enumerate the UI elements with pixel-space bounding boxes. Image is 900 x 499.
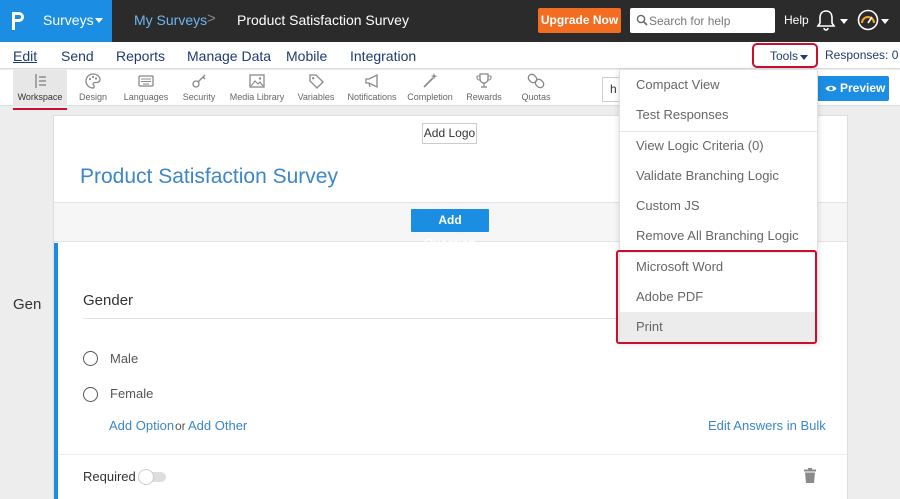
- chevron-down-icon: [881, 19, 889, 24]
- tag-icon: [309, 74, 324, 89]
- toolbar-label: Rewards: [466, 92, 502, 102]
- chevron-down-icon: [95, 18, 103, 23]
- menu-item-compact-view[interactable]: Compact View: [620, 70, 817, 100]
- trash-icon[interactable]: [804, 468, 816, 483]
- account-gauge-icon[interactable]: [857, 9, 879, 31]
- chevron-down-icon: [800, 55, 808, 60]
- link-icon: [527, 73, 545, 89]
- menu-mobile[interactable]: Mobile: [286, 48, 327, 64]
- wand-icon: [423, 73, 438, 88]
- keyboard-icon: [138, 75, 154, 87]
- edit-answers-in-bulk-link[interactable]: Edit Answers in Bulk: [708, 418, 826, 433]
- toolbar-variables[interactable]: Variables: [294, 70, 338, 106]
- menu-integration[interactable]: Integration: [350, 48, 416, 64]
- product-switcher[interactable]: Surveys: [0, 0, 112, 42]
- toolbar-completion[interactable]: Completion: [405, 70, 455, 106]
- top-navigation-bar: Surveys My Surveys > Product Satisfactio…: [0, 0, 900, 42]
- menu-item-view-logic-criteria[interactable]: View Logic Criteria (0): [620, 131, 817, 161]
- required-toggle[interactable]: [138, 469, 166, 485]
- radio-female[interactable]: [83, 387, 98, 402]
- eye-icon: [825, 85, 837, 92]
- toolbar-rewards[interactable]: Rewards: [463, 70, 505, 106]
- toolbar-security[interactable]: Security: [177, 70, 221, 106]
- question-title[interactable]: Gender: [83, 292, 133, 309]
- workspace-icon: [35, 74, 46, 88]
- radio-male[interactable]: [83, 351, 98, 366]
- menu-item-print[interactable]: Print: [620, 312, 817, 342]
- or-text: or: [175, 419, 186, 433]
- add-option-link[interactable]: Add Option: [109, 418, 174, 433]
- option-label[interactable]: Female: [110, 386, 153, 401]
- menu-item-adobe-pdf[interactable]: Adobe PDF: [620, 282, 817, 312]
- question-divider: [83, 318, 683, 319]
- chevron-down-icon: [840, 19, 848, 24]
- trophy-icon: [476, 73, 492, 88]
- menu-item-test-responses[interactable]: Test Responses: [620, 100, 817, 130]
- menu-manage-data[interactable]: Manage Data: [187, 48, 271, 64]
- bell-icon[interactable]: [816, 9, 836, 31]
- side-label: Gen: [13, 296, 42, 313]
- menu-item-remove-branching-logic[interactable]: Remove All Branching Logic: [620, 221, 817, 251]
- toolbar-label: Media Library: [229, 92, 285, 102]
- toolbar-workspace[interactable]: Workspace: [13, 70, 67, 106]
- toolbar-label: Completion: [407, 92, 453, 102]
- app-logo-icon: [12, 12, 24, 30]
- toolbar-languages[interactable]: Languages: [120, 70, 172, 106]
- toolbar-design[interactable]: Design: [72, 70, 114, 106]
- breadcrumb-my-surveys[interactable]: My Surveys: [134, 12, 207, 28]
- menu-edit[interactable]: Edit: [13, 48, 37, 64]
- megaphone-icon: [365, 73, 378, 89]
- menu-item-microsoft-word[interactable]: Microsoft Word: [620, 252, 817, 282]
- menu-item-custom-js[interactable]: Custom JS: [620, 191, 817, 221]
- menu-send[interactable]: Send: [61, 48, 94, 64]
- tools-dropdown-menu: Compact View Test Responses View Logic C…: [619, 69, 818, 342]
- responses-count[interactable]: Responses: 0: [825, 48, 898, 62]
- help-search-box[interactable]: [630, 8, 775, 33]
- preview-label: Preview: [840, 81, 886, 95]
- toolbar-label: Quotas: [521, 92, 551, 102]
- product-name: Surveys: [43, 12, 94, 28]
- required-divider: [58, 454, 847, 455]
- workspace-highlight: [13, 108, 67, 110]
- menu-item-validate-branching-logic[interactable]: Validate Branching Logic: [620, 161, 817, 191]
- toolbar-notifications[interactable]: Notifications: [344, 70, 400, 106]
- toolbar-label: Variables: [297, 92, 335, 102]
- toolbar-label: Languages: [123, 92, 169, 102]
- add-question-button[interactable]: Add Question: [411, 209, 489, 250]
- option-label[interactable]: Male: [110, 351, 138, 366]
- help-link[interactable]: Help: [784, 13, 809, 27]
- menu-reports[interactable]: Reports: [116, 48, 165, 64]
- toggle-knob: [138, 469, 154, 485]
- help-search-input[interactable]: [649, 11, 771, 30]
- search-icon: [636, 14, 648, 26]
- upgrade-now-button[interactable]: Upgrade Now: [538, 8, 621, 33]
- required-label: Required: [83, 469, 136, 484]
- toolbar-label: Security: [182, 92, 216, 102]
- toolbar-label: Workspace: [17, 92, 63, 102]
- toolbar-label: Notifications: [347, 92, 397, 102]
- breadcrumb-separator: >: [207, 10, 216, 27]
- survey-title[interactable]: Product Satisfaction Survey: [80, 165, 338, 189]
- image-icon: [249, 74, 265, 88]
- breadcrumb-current-survey: Product Satisfaction Survey: [237, 12, 409, 28]
- tools-menu-button[interactable]: Tools: [752, 43, 818, 68]
- add-other-link[interactable]: Add Other: [188, 418, 247, 433]
- toolbar-quotas[interactable]: Quotas: [516, 70, 556, 106]
- tools-label: Tools: [770, 49, 799, 63]
- main-menu-bar: Edit Send Reports Manage Data Mobile Int…: [0, 42, 900, 69]
- toolbar-media-library[interactable]: Media Library: [227, 70, 287, 106]
- palette-icon: [85, 73, 101, 89]
- preview-button[interactable]: Preview: [815, 76, 889, 101]
- add-logo-button[interactable]: Add Logo: [422, 123, 477, 144]
- toolbar-label: Design: [78, 92, 107, 102]
- key-icon: [192, 74, 206, 88]
